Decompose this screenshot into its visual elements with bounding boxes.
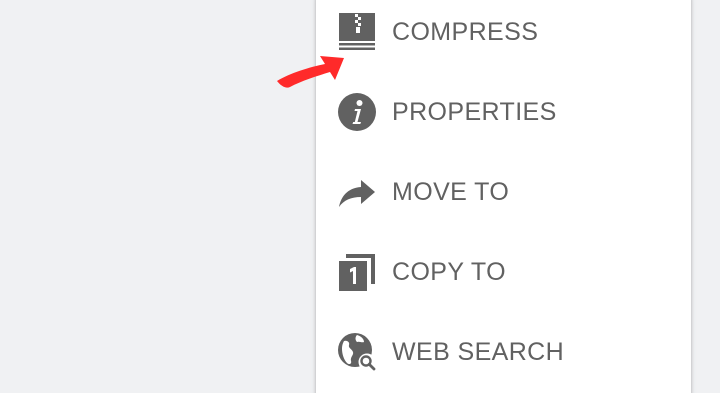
menu-item-move-to[interactable]: MOVE TO [316, 152, 691, 232]
menu-item-properties[interactable]: PROPERTIES [316, 72, 691, 152]
menu-item-label: WEB SEARCH [392, 337, 565, 366]
red-pointer-arrow-icon [277, 56, 344, 88]
info-icon [336, 91, 378, 133]
copy-pages-icon [336, 251, 378, 293]
screen: COMPRESS PROPERTIES MOVE TO COPY TO WEB … [0, 0, 720, 393]
globe-search-icon [336, 331, 378, 373]
menu-item-web-search[interactable]: WEB SEARCH [316, 312, 691, 392]
menu-item-label: MOVE TO [392, 177, 510, 206]
menu-item-copy-to[interactable]: COPY TO [316, 232, 691, 312]
menu-item-label: COMPRESS [392, 17, 539, 46]
archive-zip-icon [336, 11, 378, 53]
menu-item-label: PROPERTIES [392, 97, 557, 126]
context-menu: COMPRESS PROPERTIES MOVE TO COPY TO WEB … [316, 0, 691, 393]
forward-arrow-icon [336, 171, 378, 213]
menu-item-compress[interactable]: COMPRESS [316, 0, 691, 72]
menu-item-label: COPY TO [392, 257, 506, 286]
